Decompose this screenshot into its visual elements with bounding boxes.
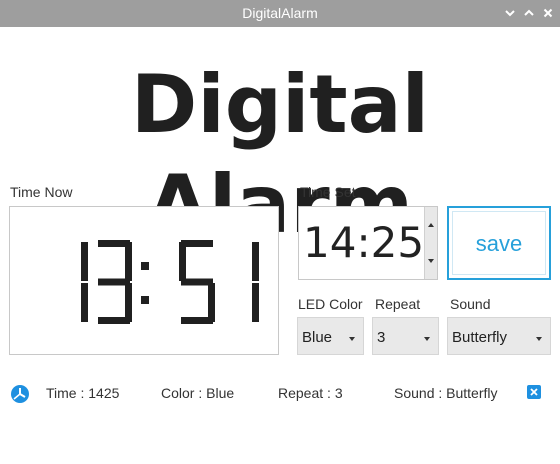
time-now-label: Time Now bbox=[10, 184, 73, 200]
led-color-select[interactable]: Blue bbox=[297, 317, 364, 355]
dropdown-arrow-icon bbox=[536, 337, 542, 341]
minimize-button[interactable] bbox=[502, 5, 518, 21]
repeat-select[interactable]: 3 bbox=[372, 317, 439, 355]
segment-c bbox=[252, 283, 259, 322]
chevron-down-icon bbox=[505, 10, 515, 17]
remove-icon bbox=[530, 388, 538, 396]
time-set-label: Time Set bbox=[300, 184, 356, 200]
chevron-up-icon bbox=[524, 9, 534, 16]
clock-status-icon bbox=[10, 384, 30, 404]
segment-colon-top bbox=[141, 262, 149, 270]
segment-c bbox=[81, 283, 88, 322]
remove-alarm-button[interactable] bbox=[527, 385, 541, 399]
spin-down-arrow-icon bbox=[428, 259, 434, 263]
segment-b bbox=[81, 242, 88, 281]
spin-up-arrow-icon bbox=[428, 223, 434, 227]
time-now-display bbox=[9, 206, 279, 355]
status-time: Time : 1425 bbox=[46, 385, 120, 401]
sound-label: Sound bbox=[450, 296, 491, 312]
sound-select[interactable]: Butterfly bbox=[447, 317, 551, 355]
segment-g bbox=[181, 278, 213, 286]
led-color-value: Blue bbox=[302, 329, 333, 346]
save-button[interactable]: save bbox=[447, 206, 551, 280]
status-sound: Sound : Butterfly bbox=[394, 385, 498, 401]
repeat-label: Repeat bbox=[375, 296, 421, 312]
segment-c bbox=[208, 283, 215, 322]
segment-d bbox=[98, 317, 130, 324]
close-window-button[interactable] bbox=[540, 5, 556, 21]
save-button-label: save bbox=[475, 231, 523, 256]
dropdown-arrow-icon bbox=[349, 337, 355, 341]
segment-b bbox=[125, 242, 132, 281]
led-color-label: LED Color bbox=[298, 296, 363, 312]
segment-colon-bottom bbox=[141, 296, 149, 304]
maximize-button[interactable] bbox=[521, 5, 537, 21]
dropdown-arrow-icon bbox=[424, 337, 430, 341]
segment-d bbox=[181, 317, 213, 324]
status-color: Color : Blue bbox=[161, 385, 235, 401]
repeat-value: 3 bbox=[377, 329, 386, 346]
time-set-value[interactable]: 14:25 bbox=[303, 219, 424, 267]
time-set-increment-button[interactable] bbox=[424, 207, 437, 243]
window-title: DigitalAlarm bbox=[242, 5, 318, 21]
time-set-decrement-button[interactable] bbox=[424, 243, 437, 279]
seven-segment-clock bbox=[81, 240, 259, 324]
segment-b bbox=[252, 242, 259, 281]
sound-value: Butterfly bbox=[452, 329, 508, 346]
time-set-spinbox[interactable]: 14:25 bbox=[298, 206, 438, 280]
title-bar: DigitalAlarm bbox=[0, 0, 560, 27]
segment-g bbox=[98, 278, 130, 286]
segment-f bbox=[179, 242, 186, 281]
close-icon bbox=[543, 8, 553, 18]
status-repeat: Repeat : 3 bbox=[278, 385, 343, 401]
segment-c bbox=[125, 283, 132, 322]
